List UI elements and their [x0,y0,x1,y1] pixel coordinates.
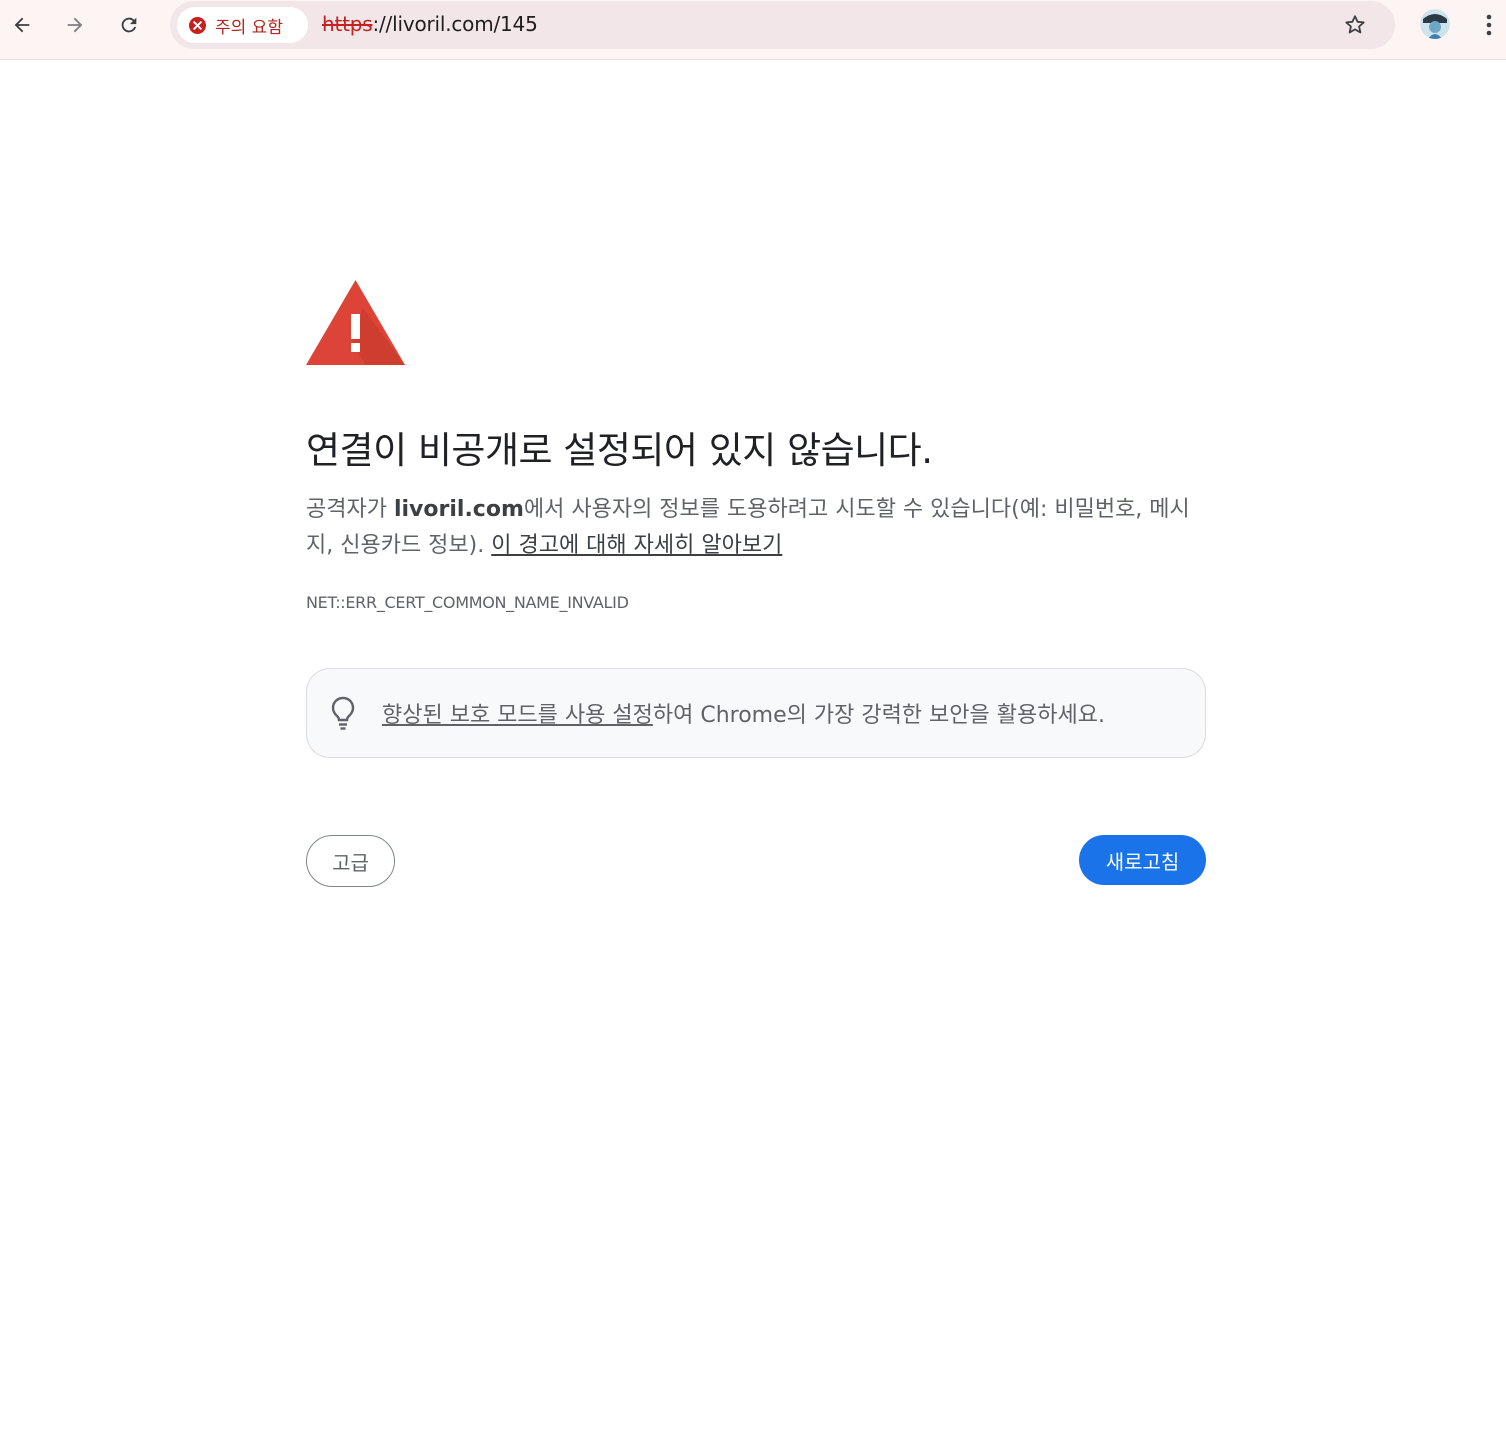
security-chip[interactable]: 주의 요함 [177,7,308,43]
url-host: ://livoril.com/145 [372,12,538,36]
warning-triangle-icon [306,280,405,365]
main-heading: 연결이 비공개로 설정되어 있지 않습니다. [306,429,933,472]
enhanced-protection-promo: 향상된 보호 모드를 사용 설정하여 Chrome의 가장 강력한 보안을 활용… [306,668,1206,758]
reload-button[interactable]: 새로고침 [1079,835,1206,885]
enable-enhanced-protection-link[interactable]: 향상된 보호 모드를 사용 설정 [382,703,653,728]
security-chip-label: 주의 요함 [215,17,283,38]
advanced-button[interactable]: 고급 [306,835,395,887]
profile-avatar[interactable] [1420,9,1450,39]
error-circle-icon [189,16,206,34]
main-message: 공격자가 livoril.com에서 사용자의 정보를 도용하려고 시도할 수 … [306,492,1206,564]
url-text[interactable]: https://livoril.com/145 [322,12,538,36]
address-bar[interactable]: 주의 요함 https://livoril.com/145 [170,1,1395,49]
desc-host: livoril.com [393,497,524,522]
promo-text: 향상된 보호 모드를 사용 설정하여 Chrome의 가장 강력한 보안을 활용… [382,697,1105,729]
reload-toolbar-button[interactable] [112,8,146,42]
star-outline-icon [1345,15,1365,34]
error-code: NET::ERR_CERT_COMMON_NAME_INVALID [306,593,629,612]
more-menu-button[interactable] [1474,8,1504,42]
url-scheme: https [322,12,373,36]
promo-suffix: 하여 Chrome의 가장 강력한 보안을 활용하세요. [652,703,1105,728]
forward-button[interactable] [58,8,92,42]
lightbulb-icon [331,696,355,730]
arrow-right-icon [67,17,83,33]
learn-more-link[interactable]: 이 경고에 대해 자세히 알아보기 [491,533,782,558]
bookmark-star-button[interactable] [1341,11,1369,39]
kebab-menu-icon [1486,14,1492,36]
browser-toolbar: 주의 요함 https://livoril.com/145 [0,0,1506,60]
reload-icon [121,17,137,33]
arrow-left-icon [14,17,30,33]
back-button[interactable] [5,8,39,42]
avatar-image-icon [1420,9,1450,39]
desc-prefix: 공격자가 [306,497,394,522]
